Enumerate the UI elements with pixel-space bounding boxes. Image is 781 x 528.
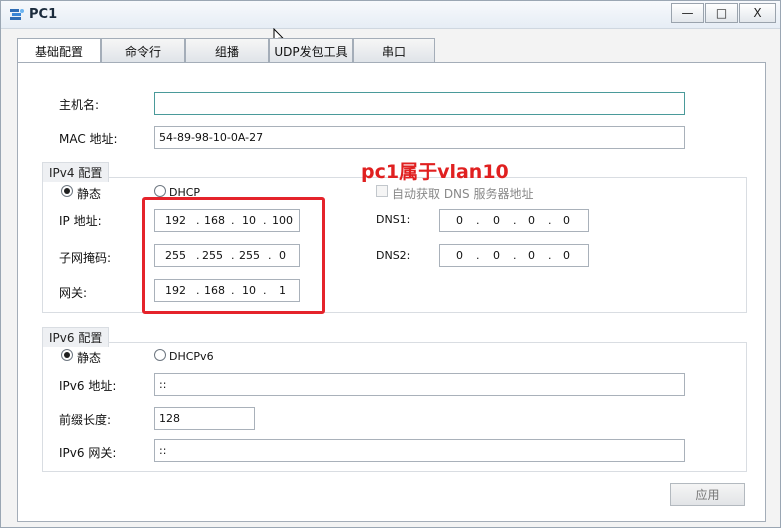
prefix-length-label: 前缀长度: xyxy=(59,413,112,427)
hostname-label: 主机名: xyxy=(59,98,100,112)
app-window: PC1 — □ X 基础配置 命令行 组播 UDP发包工具 串口 主机名: MA… xyxy=(0,0,781,528)
ipv6-gateway-input[interactable]: :: xyxy=(154,439,685,462)
network-pc-icon xyxy=(10,9,24,20)
apply-label: 应用 xyxy=(695,488,720,502)
basic-config-panel: 主机名: MAC 地址: 54-89-98-10-0A-27 IPv4 配置 静… xyxy=(17,62,766,522)
ipv6-dhcp-radio[interactable] xyxy=(154,349,166,361)
ipv4-dhcp-radio[interactable] xyxy=(154,185,166,197)
maximize-icon: □ xyxy=(715,6,728,20)
maximize-button[interactable]: □ xyxy=(705,3,738,23)
prefix-length-input[interactable]: 128 xyxy=(154,407,255,430)
tab-label: UDP发包工具 xyxy=(274,44,348,59)
tab-label: 串口 xyxy=(381,44,406,59)
tab-multicast[interactable]: 组播 xyxy=(185,38,269,63)
ipv4-group-title: IPv4 配置 xyxy=(42,162,110,182)
auto-dns-label: 自动获取 DNS 服务器地址 xyxy=(392,187,534,201)
dns1-octet: 0 xyxy=(456,214,463,227)
dns2-octet: 0 xyxy=(493,249,500,262)
close-button[interactable]: X xyxy=(739,3,776,23)
mac-label: MAC 地址: xyxy=(59,132,118,146)
dns2-label: DNS2: xyxy=(376,249,411,262)
auto-dns-checkbox[interactable] xyxy=(376,185,388,197)
ip-address-label: IP 地址: xyxy=(59,214,102,228)
tab-bar: 基础配置 命令行 组播 UDP发包工具 串口 xyxy=(17,38,777,64)
ipv6-address-input[interactable]: :: xyxy=(154,373,685,396)
dns1-label: DNS1: xyxy=(376,213,411,226)
tab-label: 组播 xyxy=(214,44,239,59)
minimize-icon: — xyxy=(681,6,694,20)
highlight-box xyxy=(142,197,325,314)
dns2-octet: 0 xyxy=(563,249,570,262)
ipv6-gateway-label: IPv6 网关: xyxy=(59,446,117,460)
ipv4-static-label: 静态 xyxy=(77,187,102,201)
dns2-octet: 0 xyxy=(456,249,463,262)
mac-address-field[interactable]: 54-89-98-10-0A-27 xyxy=(154,126,685,149)
close-icon: X xyxy=(753,6,762,20)
dns1-octet: 0 xyxy=(528,214,535,227)
annotation-text: pc1属于vlan10 xyxy=(361,161,509,183)
gateway-label: 网关: xyxy=(59,286,88,300)
ipv6-static-label: 静态 xyxy=(77,351,102,365)
minimize-button[interactable]: — xyxy=(671,3,704,23)
dns1-octet: 0 xyxy=(493,214,500,227)
ipv6-group-title: IPv6 配置 xyxy=(42,327,110,347)
tab-label: 命令行 xyxy=(124,44,161,59)
apply-button[interactable]: 应用 xyxy=(670,483,745,506)
ipv6-address-label: IPv6 地址: xyxy=(59,379,117,393)
dns1-input[interactable]: 0 . 0 . 0 . 0 xyxy=(439,209,589,232)
tab-command-line[interactable]: 命令行 xyxy=(101,38,185,63)
title-bar[interactable]: PC1 — □ X xyxy=(1,1,780,29)
tab-serial-port[interactable]: 串口 xyxy=(353,38,435,63)
ipv4-static-radio[interactable] xyxy=(61,185,73,197)
dns2-input[interactable]: 0 . 0 . 0 . 0 xyxy=(439,244,589,267)
ipv6-dhcp-label: DHCPv6 xyxy=(169,350,214,363)
ipv6-static-radio[interactable] xyxy=(61,349,73,361)
hostname-input[interactable] xyxy=(154,92,685,115)
dns1-octet: 0 xyxy=(563,214,570,227)
tab-udp-tool[interactable]: UDP发包工具 xyxy=(269,38,353,63)
tab-basic-config[interactable]: 基础配置 xyxy=(17,38,101,64)
window-title: PC1 xyxy=(29,7,58,22)
subnet-mask-label: 子网掩码: xyxy=(59,251,112,265)
tab-label: 基础配置 xyxy=(34,45,83,59)
dns2-octet: 0 xyxy=(528,249,535,262)
